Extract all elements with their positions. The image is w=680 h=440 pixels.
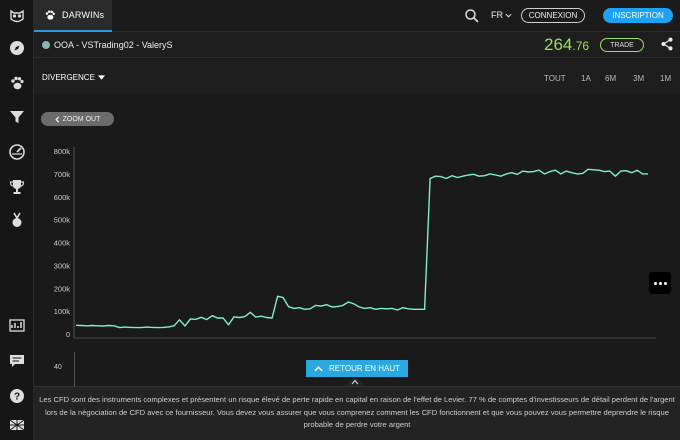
price-main: 264 <box>544 35 573 54</box>
speedometer-icon[interactable] <box>7 142 27 162</box>
flag-icon[interactable] <box>7 416 27 436</box>
more-options-button[interactable] <box>649 272 671 294</box>
y-tick-label: 700k <box>54 170 71 179</box>
inscription-button[interactable]: INSCRIPTION <box>603 8 673 23</box>
paw-icon <box>45 10 55 20</box>
range-tout[interactable]: TOUT <box>544 74 566 83</box>
chevron-up-icon <box>351 379 359 385</box>
product-title: OOA - VSTrading02 - ValeryS <box>54 40 173 50</box>
analytics-icon[interactable] <box>7 316 27 336</box>
range-1a[interactable]: 1A <box>581 74 591 83</box>
y-tick-label: 200k <box>54 284 71 293</box>
connexion-button[interactable]: CONNEXION <box>521 8 585 23</box>
search-icon[interactable] <box>464 8 480 24</box>
owl-logo-icon[interactable] <box>7 6 27 26</box>
chart-panel: 0 100k 200k 300k 400k 500k 600k 700k 800k ZOOM O… <box>34 94 680 386</box>
language-label: FR <box>491 10 503 20</box>
y-tick-label: 300k <box>54 261 71 270</box>
tab-darwins[interactable]: DARWINs <box>34 0 112 32</box>
chart-toolbar: DIVERGENCE TOUT 1A 6M 3M 1M <box>34 58 680 94</box>
trade-button[interactable]: TRADE <box>600 38 644 52</box>
chevron-left-icon <box>55 115 59 123</box>
chevron-up-icon <box>314 365 323 371</box>
range-6m[interactable]: 6M <box>605 74 616 83</box>
filter-icon[interactable] <box>7 107 27 127</box>
paw-icon[interactable] <box>7 73 27 93</box>
y-tick-label: 100k <box>54 307 71 316</box>
divergence-chart[interactable]: 0 100k 200k 300k 400k 500k 600k 700k 800k <box>34 94 680 386</box>
medal-icon[interactable] <box>7 210 27 230</box>
back-to-top-button[interactable]: RETOUR EN HAUT <box>306 360 408 377</box>
share-icon[interactable] <box>660 37 674 51</box>
price-decimals: .76 <box>572 39 590 53</box>
trophy-icon[interactable] <box>7 177 27 197</box>
range-3m[interactable]: 3M <box>633 74 644 83</box>
back-to-top-label: RETOUR EN HAUT <box>329 364 400 373</box>
y-tick-label: 0 <box>66 330 70 339</box>
language-selector[interactable]: FR <box>491 10 512 20</box>
subchart-tick: 40 <box>54 364 62 371</box>
product-header: OOA - VSTrading02 - ValeryS 264.76 TRADE <box>34 32 680 58</box>
risk-disclaimer: Les CFD sont des instruments complexes e… <box>34 386 680 440</box>
range-1m[interactable]: 1M <box>660 74 671 83</box>
metric-label: DIVERGENCE <box>42 73 95 82</box>
caret-down-icon <box>97 75 105 80</box>
svg-text:?: ? <box>14 392 20 403</box>
product-price: 264.76 <box>544 35 589 55</box>
top-navigation: DARWINs FR CONNEXION INSCRIPTION <box>34 0 680 32</box>
y-tick-label: 600k <box>54 193 71 202</box>
sidebar: ? <box>0 0 34 440</box>
subchart-axis <box>74 352 75 386</box>
tab-darwins-label: DARWINs <box>62 10 105 20</box>
y-tick-label: 800k <box>54 147 71 156</box>
series-line <box>75 168 648 329</box>
chevron-down-icon <box>505 13 512 18</box>
y-tick-label: 500k <box>54 216 71 225</box>
y-tick-label: 400k <box>54 239 71 248</box>
chat-icon[interactable] <box>7 351 27 371</box>
product-avatar <box>42 41 50 49</box>
zoom-out-label: ZOOM OUT <box>62 115 101 123</box>
help-icon[interactable]: ? <box>7 386 27 406</box>
compass-icon[interactable] <box>7 38 27 58</box>
metric-dropdown[interactable]: DIVERGENCE <box>42 73 105 82</box>
zoom-out-button[interactable]: ZOOM OUT <box>41 112 114 126</box>
